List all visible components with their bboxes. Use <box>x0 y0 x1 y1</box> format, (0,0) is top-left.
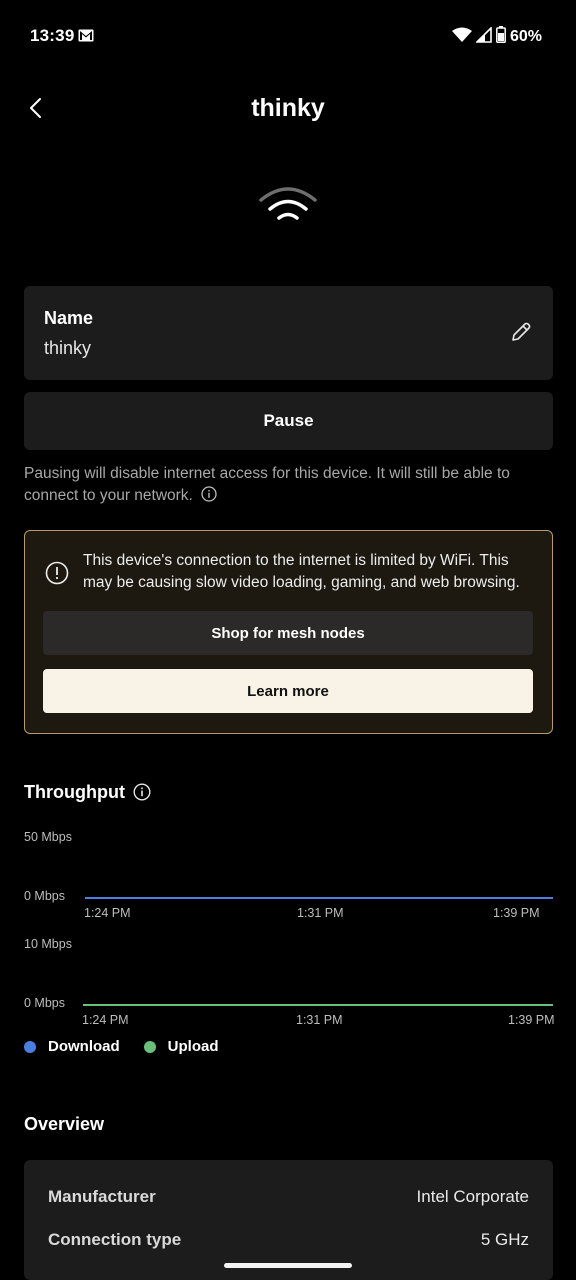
download-time-label: 1:39 PM <box>493 906 540 920</box>
upload-chart-max-label: 10 Mbps <box>24 937 72 951</box>
upload-series-line <box>83 1004 553 1006</box>
shop-mesh-nodes-button[interactable]: Shop for mesh nodes <box>43 611 533 655</box>
wifi-signal-icon <box>451 27 472 48</box>
legend-upload-label: Upload <box>167 1038 219 1055</box>
upload-dot <box>143 1040 156 1053</box>
status-icons: 60% <box>451 25 542 48</box>
learn-more-button[interactable]: Learn more <box>43 669 533 713</box>
wifi-icon <box>258 184 318 229</box>
edit-name-button[interactable] <box>509 320 533 344</box>
home-indicator[interactable] <box>224 1263 352 1268</box>
upload-time-label: 1:24 PM <box>82 1013 129 1027</box>
upload-chart-min-label: 0 Mbps <box>24 996 65 1010</box>
name-value: thinky <box>44 338 92 358</box>
pencil-icon <box>512 322 531 341</box>
pause-note: Pausing will disable internet access for… <box>24 463 554 509</box>
battery-icon <box>496 26 506 48</box>
gmail-notification-icon <box>78 29 94 47</box>
device-name-card: Name thinky <box>24 286 553 380</box>
overview-card: Manufacturer Intel Corporate Connection … <box>24 1160 553 1280</box>
wifi-limit-warning: This device's connection to the internet… <box>24 530 553 734</box>
throughput-info-icon[interactable] <box>133 783 151 806</box>
overview-value: 5 GHz <box>480 1230 529 1249</box>
overview-key: Connection type <box>48 1230 182 1249</box>
info-icon[interactable] <box>201 486 217 509</box>
legend-upload: Upload <box>143 1038 219 1055</box>
download-dot <box>24 1040 36 1053</box>
name-label: Name <box>44 308 94 328</box>
page-title: thinky <box>251 94 325 122</box>
download-chart-max-label: 50 Mbps <box>24 830 72 844</box>
download-series-line <box>85 897 553 899</box>
warning-message: This device's connection to the internet… <box>83 552 520 591</box>
legend-download: Download <box>24 1038 120 1055</box>
status-time: 13:39 <box>30 26 75 45</box>
download-time-label: 1:24 PM <box>84 906 131 920</box>
pause-button[interactable]: Pause <box>24 392 553 450</box>
pause-note-text: Pausing will disable internet access for… <box>24 465 510 504</box>
throughput-title: Throughput <box>24 782 125 802</box>
overview-row: Manufacturer Intel Corporate <box>48 1187 529 1207</box>
battery-percent: 60% <box>509 28 542 45</box>
overview-title: Overview <box>24 1114 105 1134</box>
overview-value: Intel Corporate <box>416 1187 529 1206</box>
overview-row: Connection type 5 GHz <box>48 1230 529 1250</box>
cell-signal-icon <box>475 25 492 48</box>
alert-circle-icon <box>45 561 69 590</box>
download-time-label: 1:31 PM <box>297 906 344 920</box>
overview-key: Manufacturer <box>48 1187 156 1206</box>
upload-time-label: 1:39 PM <box>508 1013 555 1027</box>
legend-download-label: Download <box>48 1038 120 1055</box>
upload-time-label: 1:31 PM <box>296 1013 343 1027</box>
download-chart-min-label: 0 Mbps <box>24 889 65 903</box>
throughput-legend: Download Upload <box>24 1038 243 1055</box>
